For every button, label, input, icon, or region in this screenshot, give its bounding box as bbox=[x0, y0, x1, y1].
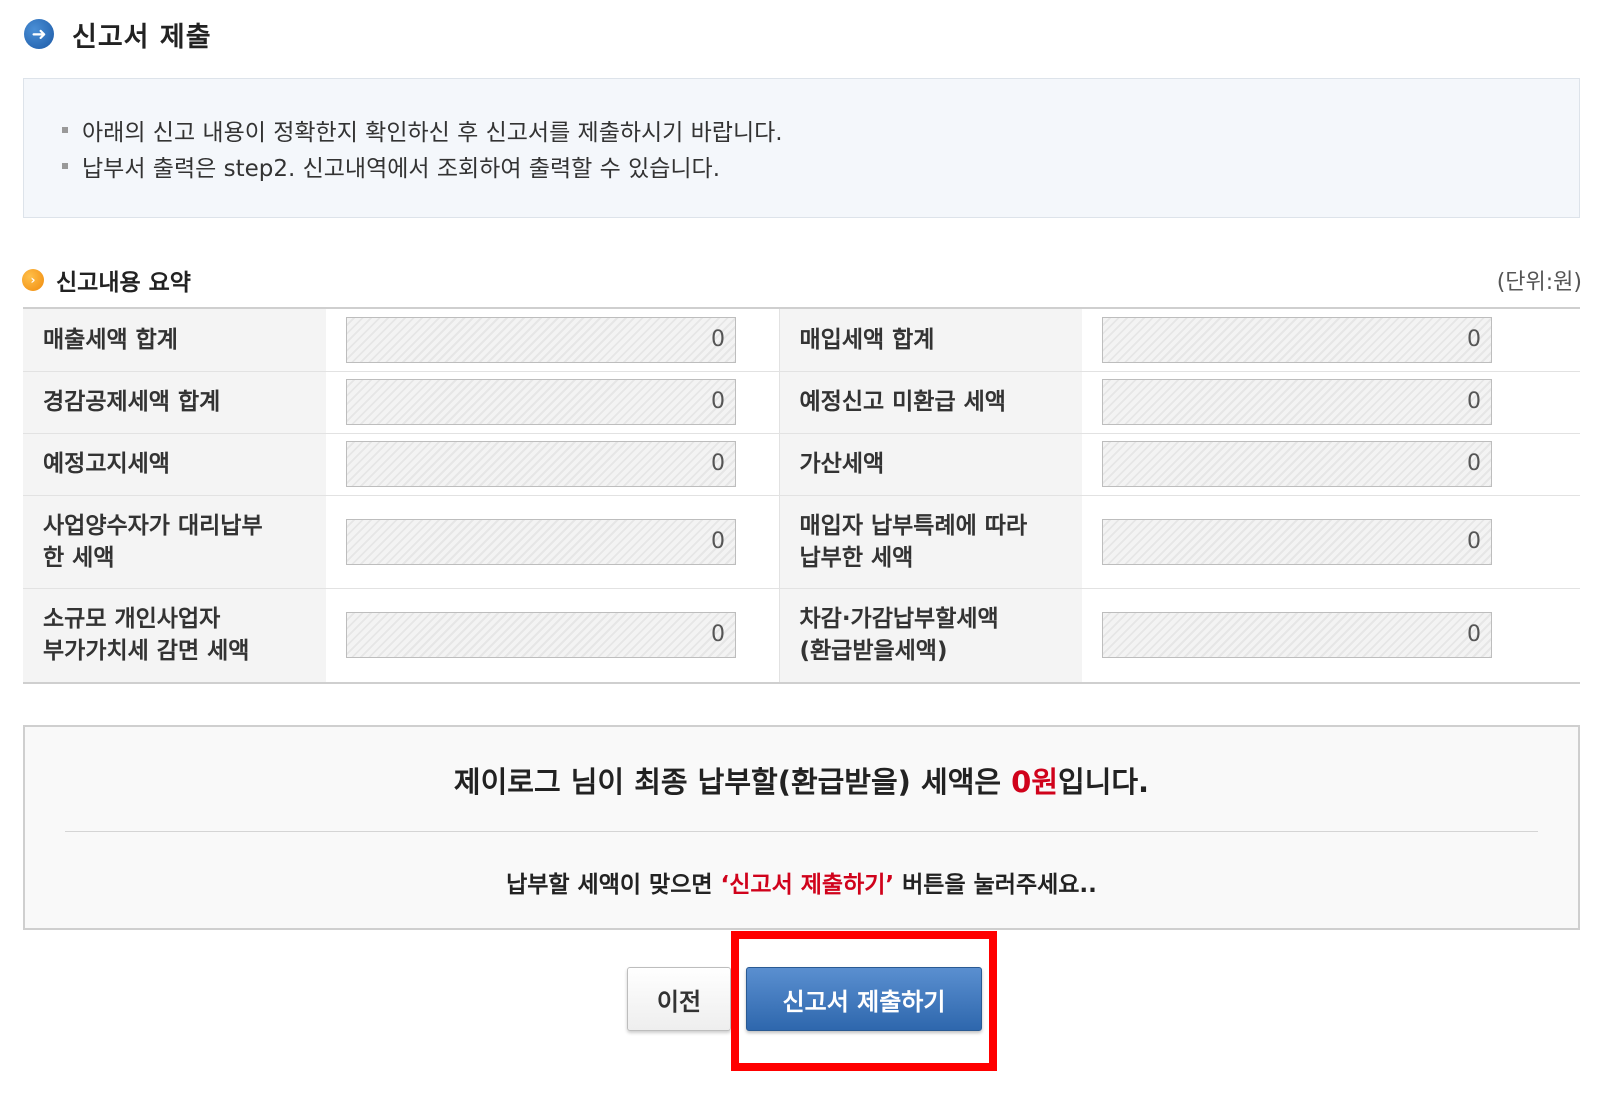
result-prefix: 제이로그 님이 최종 납부할(환급받을) 세액은 bbox=[453, 765, 1012, 799]
amount-field: 0 bbox=[346, 612, 736, 659]
divider bbox=[65, 831, 1538, 832]
row-label: 매입자 납부특례에 따라 납부한 세액 bbox=[778, 494, 1082, 588]
row-label: 매출세액 합계 bbox=[23, 309, 326, 371]
table-row: 소규모 개인사업자 부가가치세 감면 세액 0 차감·가감납부할세액 (환급받을… bbox=[23, 587, 1580, 682]
summary-title: 신고내용 요약 bbox=[56, 270, 191, 296]
amount-field: 0 bbox=[346, 379, 736, 425]
row-label: 소규모 개인사업자 부가가치세 감면 세액 bbox=[23, 587, 326, 682]
row-label: 경감공제세액 합계 bbox=[23, 370, 326, 433]
row-label: 매입세액 합계 bbox=[778, 309, 1082, 371]
page-header: ➜ 신고서 제출 bbox=[24, 14, 212, 54]
row-label: 차감·가감납부할세액 (환급받을세액) bbox=[778, 587, 1082, 682]
amount-field: 0 bbox=[1102, 518, 1492, 565]
submit-report-button[interactable]: 신고서 제출하기 bbox=[746, 967, 982, 1031]
notice-line: 아래의 신고 내용이 정확한지 확인하신 후 신고서를 제출하시기 바랍니다. bbox=[62, 112, 1541, 148]
page-title: 신고서 제출 bbox=[72, 21, 212, 53]
instruction-highlight: ‘신고서 제출하기’ bbox=[720, 872, 895, 898]
unit-label: (단위:원) bbox=[1496, 270, 1582, 295]
amount-field: 0 bbox=[1102, 379, 1492, 425]
chevron-right-circle-icon: › bbox=[22, 269, 44, 291]
bullet-icon bbox=[62, 127, 68, 133]
table-row: 예정고지세액 0 가산세액 0 bbox=[23, 432, 1580, 495]
amount-field: 0 bbox=[346, 316, 736, 363]
table-row: 사업양수자가 대리납부 한 세액 0 매입자 납부특례에 따라 납부한 세액 0 bbox=[23, 494, 1580, 588]
table-row: 매출세액 합계 0 매입세액 합계 0 bbox=[23, 309, 1580, 371]
row-label: 사업양수자가 대리납부 한 세액 bbox=[23, 494, 326, 588]
amount-field: 0 bbox=[1102, 316, 1492, 363]
result-instruction: 납부할 세액이 맞으면 ‘신고서 제출하기’ 버튼을 눌러주세요.. bbox=[25, 865, 1578, 899]
row-label: 예정신고 미환급 세액 bbox=[778, 370, 1082, 433]
notice-line: 납부서 출력은 step2. 신고내역에서 조회하여 출력할 수 있습니다. bbox=[62, 148, 1541, 184]
table-row: 경감공제세액 합계 0 예정신고 미환급 세액 0 bbox=[23, 370, 1580, 433]
arrow-right-circle-icon: ➜ bbox=[24, 19, 54, 49]
notice-box: 아래의 신고 내용이 정확한지 확인하신 후 신고서를 제출하시기 바랍니다. … bbox=[23, 78, 1580, 218]
amount-field: 0 bbox=[346, 441, 736, 487]
result-amount: 0원 bbox=[1011, 765, 1059, 799]
amount-field: 0 bbox=[346, 518, 736, 565]
result-message: 제이로그 님이 최종 납부할(환급받을) 세액은 0원입니다. bbox=[25, 759, 1578, 801]
row-label: 가산세액 bbox=[778, 432, 1082, 495]
prev-button[interactable]: 이전 bbox=[627, 967, 731, 1031]
amount-field: 0 bbox=[1102, 441, 1492, 487]
summary-table: 매출세액 합계 0 매입세액 합계 0 경감공제세액 합계 0 예정신고 미환급… bbox=[23, 307, 1580, 684]
notice-text: 납부서 출력은 step2. 신고내역에서 조회하여 출력할 수 있습니다. bbox=[82, 156, 721, 182]
instruction-prefix: 납부할 세액이 맞으면 bbox=[506, 872, 721, 898]
result-suffix: 입니다. bbox=[1058, 765, 1150, 799]
instruction-suffix: 버튼을 눌러주세요.. bbox=[894, 872, 1097, 898]
summary-header: › 신고내용 요약 (단위:원) bbox=[22, 263, 1582, 297]
bullet-icon bbox=[62, 163, 68, 169]
page: ➜ 신고서 제출 아래의 신고 내용이 정확한지 확인하신 후 신고서를 제출하… bbox=[0, 0, 1604, 1108]
amount-field: 0 bbox=[1102, 612, 1492, 659]
notice-text: 아래의 신고 내용이 정확한지 확인하신 후 신고서를 제출하시기 바랍니다. bbox=[82, 120, 783, 146]
row-label: 예정고지세액 bbox=[23, 432, 326, 495]
result-box: 제이로그 님이 최종 납부할(환급받을) 세액은 0원입니다. 납부할 세액이 … bbox=[23, 725, 1580, 930]
